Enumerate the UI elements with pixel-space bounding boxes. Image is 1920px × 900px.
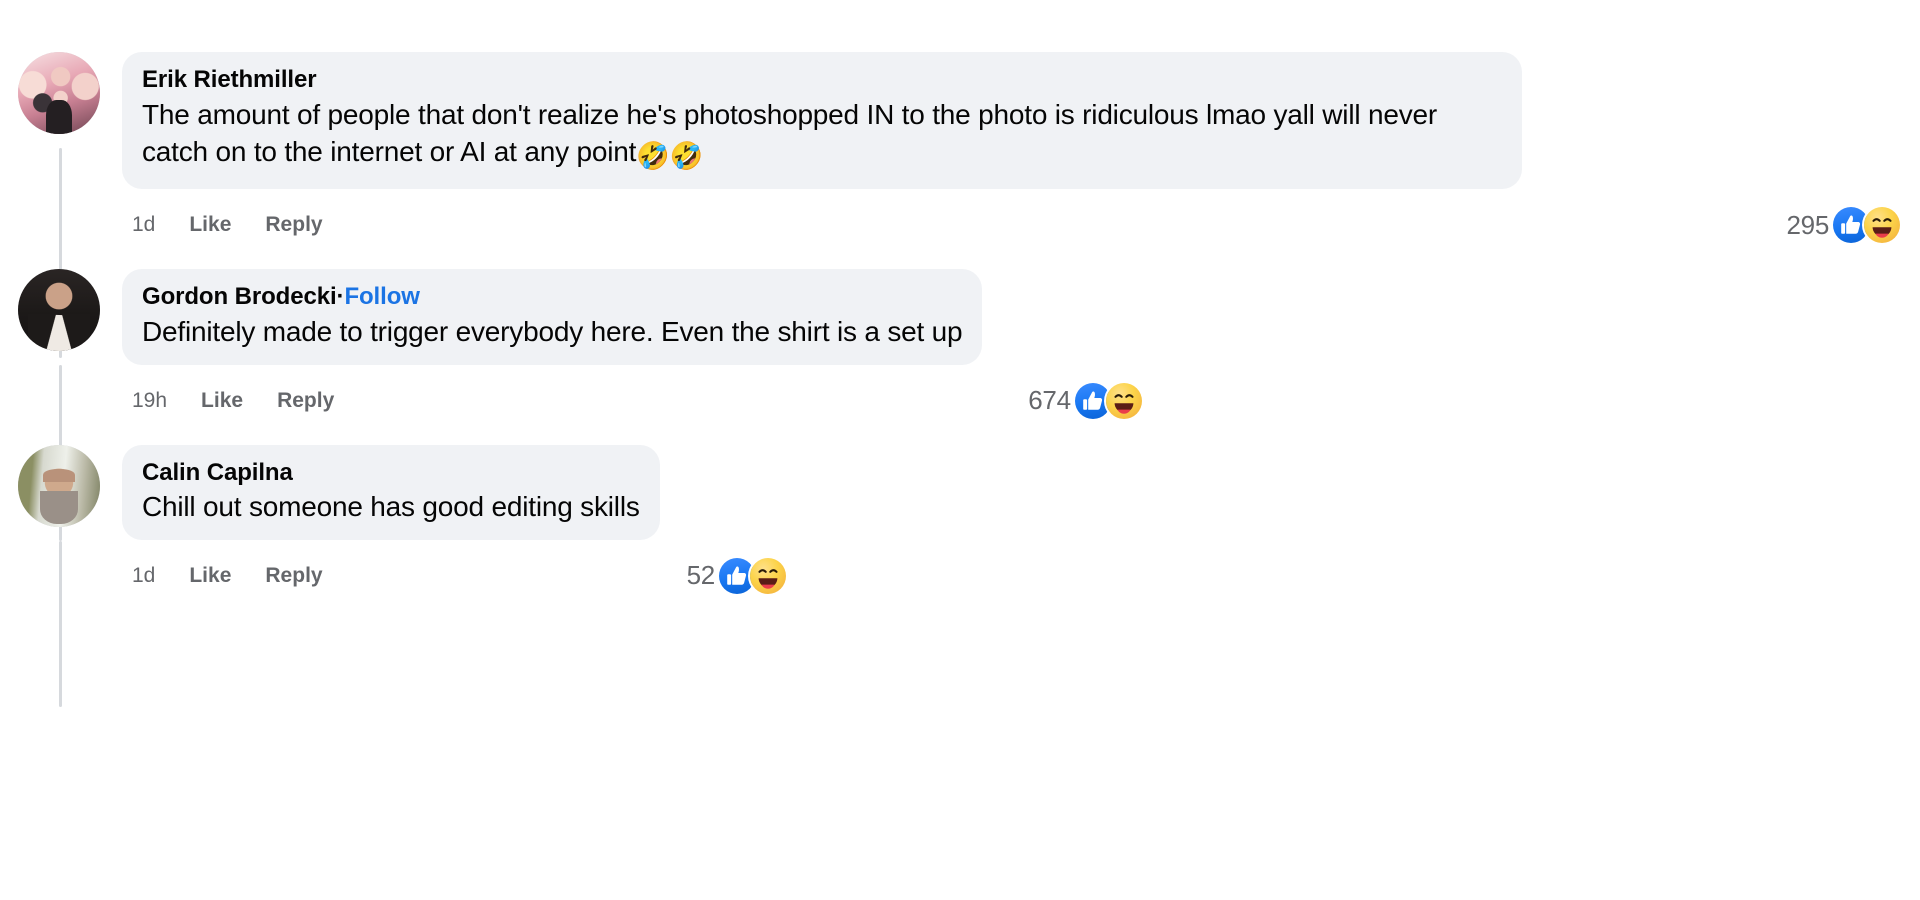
reply-button[interactable]: Reply: [277, 389, 334, 413]
comment-bubble: Calin Capilna Chill out someone has good…: [122, 444, 660, 540]
comment-body: Calin Capilna Chill out someone has good…: [122, 444, 1920, 598]
comment-author-line: Erik Riethmiller: [142, 64, 1502, 96]
avatar-column: [0, 269, 122, 542]
follow-link[interactable]: Follow: [344, 283, 419, 310]
reaction-count: 674: [1028, 385, 1071, 416]
comment-body: Gordon Brodecki·Follow Definitely made t…: [122, 269, 1920, 422]
comment-item: Calin Capilna Chill out someone has good…: [0, 423, 1920, 707]
comment-text-content: Definitely made to trigger everybody her…: [142, 316, 963, 348]
comment-text-content: The amount of people that don't realize …: [142, 98, 1445, 168]
comment-author-line: Calin Capilna: [142, 457, 640, 489]
comment-actions-row: 19h Like Reply 674: [122, 379, 1920, 423]
comment-actions-row: 1d Like Reply 52: [122, 554, 1920, 598]
comment-item: Gordon Brodecki·Follow Definitely made t…: [0, 247, 1920, 542]
haha-reaction-icon: [1864, 207, 1900, 244]
avatar-erik-riethmiller[interactable]: [18, 52, 100, 134]
comment-timestamp[interactable]: 1d: [132, 213, 155, 237]
reaction-count: 295: [1786, 209, 1830, 240]
like-button[interactable]: Like: [189, 213, 231, 237]
comment-author-line: Gordon Brodecki·Follow: [142, 281, 962, 313]
reply-button[interactable]: Reply: [265, 213, 322, 237]
comment-actions-row: 1d Like Reply 295: [122, 203, 1920, 247]
laughing-emoji: 🤣🤣: [636, 141, 704, 173]
comment-bubble: Erik Riethmiller The amount of people th…: [122, 52, 1522, 190]
author-name[interactable]: Erik Riethmiller: [142, 66, 317, 93]
avatar-image: [18, 269, 100, 352]
comment-bubble: Gordon Brodecki·Follow Definitely made t…: [122, 269, 983, 365]
comment-text: Chill out someone has good editing skill…: [142, 488, 640, 526]
like-button[interactable]: Like: [189, 564, 231, 588]
reaction-count: 52: [686, 560, 716, 591]
author-name[interactable]: Gordon Brodecki: [142, 283, 337, 310]
haha-reaction-icon: [749, 557, 786, 594]
avatar-image: [18, 52, 100, 134]
avatar-column: [0, 52, 122, 358]
comment-text: Definitely made to trigger everybody her…: [142, 313, 963, 351]
comment-body: Erik Riethmiller The amount of people th…: [122, 52, 1920, 247]
avatar-image: [18, 444, 100, 527]
reply-button[interactable]: Reply: [265, 564, 322, 588]
reaction-summary[interactable]: 52: [686, 557, 786, 594]
comment-timestamp[interactable]: 1d: [132, 564, 155, 588]
haha-reaction-icon: [1105, 382, 1142, 419]
reaction-summary[interactable]: 674: [1028, 382, 1142, 419]
comment-item: Erik Riethmiller The amount of people th…: [0, 0, 1920, 358]
comment-text-content: Chill out someone has good editing skill…: [142, 491, 640, 523]
comment-thread: Erik Riethmiller The amount of people th…: [0, 0, 1920, 900]
like-button[interactable]: Like: [201, 389, 243, 413]
comment-timestamp[interactable]: 19h: [132, 389, 167, 413]
avatar-gordon-brodecki[interactable]: [18, 269, 100, 352]
thread-connector-line: [59, 540, 62, 707]
comment-text: The amount of people that don't realize …: [142, 96, 1502, 176]
reaction-summary[interactable]: 295: [1786, 207, 1900, 244]
avatar-calin-capilna[interactable]: [18, 444, 100, 527]
author-name[interactable]: Calin Capilna: [142, 459, 293, 486]
avatar-column: [0, 444, 122, 707]
